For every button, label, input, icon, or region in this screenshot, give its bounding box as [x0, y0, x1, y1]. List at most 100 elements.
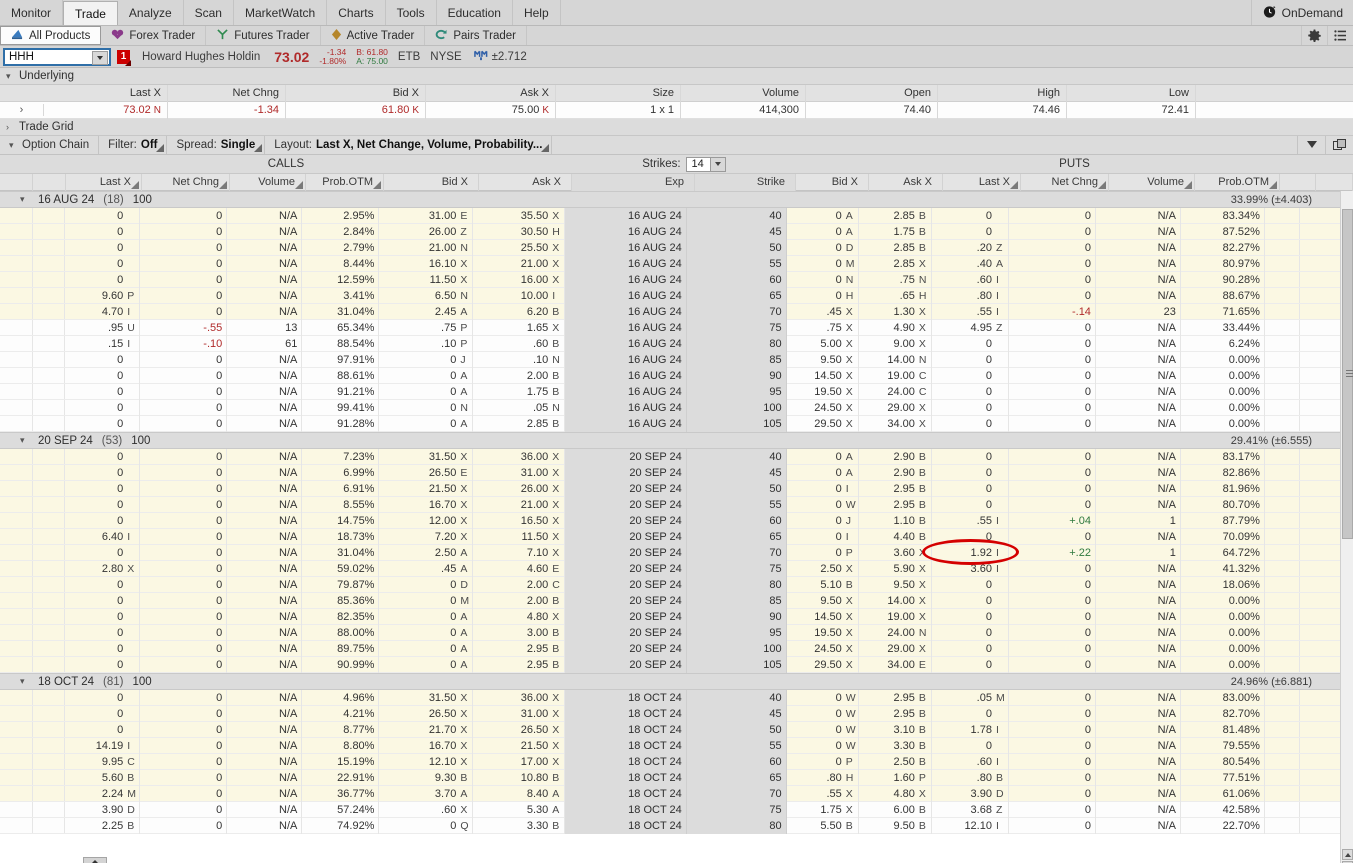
call-prob-otm[interactable]: 99.41% — [302, 400, 380, 416]
call-net-chng[interactable]: 0 — [140, 545, 228, 561]
call-prob-otm[interactable]: 4.96% — [302, 690, 380, 706]
row-marker-1[interactable] — [0, 416, 33, 431]
call-ask[interactable]: 5.30 A — [473, 802, 566, 818]
put-prob-otm[interactable]: 80.97% — [1181, 256, 1265, 272]
put-bid[interactable]: 0A — [787, 224, 859, 240]
row-strike[interactable]: 60 — [686, 513, 787, 529]
call-last[interactable]: 0 — [65, 545, 141, 561]
row-marker-1[interactable] — [0, 224, 33, 239]
row-strike[interactable]: 105 — [686, 416, 787, 432]
put-net-chng[interactable]: +.04 — [1009, 513, 1096, 529]
put-bid[interactable]: 24.50 X — [787, 641, 859, 657]
call-ask[interactable]: 2.95 B — [473, 657, 566, 673]
call-last[interactable]: 0 — [65, 593, 141, 609]
put-bid[interactable]: 29.50 X — [787, 657, 859, 673]
call-volume[interactable]: N/A — [227, 288, 303, 304]
put-ask[interactable]: 34.00 X — [859, 416, 932, 432]
call-ask[interactable]: 7.10 X — [473, 545, 566, 561]
call-ask[interactable]: 1.75 B — [473, 384, 566, 400]
call-last[interactable]: 0 — [65, 657, 141, 673]
row-expiration[interactable]: 20 SEP 24 — [565, 513, 687, 529]
call-bid[interactable]: 21.00 N — [379, 240, 474, 256]
call-prob-otm[interactable]: 8.44% — [302, 256, 380, 272]
put-ask[interactable]: 1.60 P — [859, 770, 932, 786]
call-volume[interactable]: N/A — [227, 208, 303, 224]
row-strike[interactable]: 70 — [686, 304, 787, 320]
option-chain-row[interactable]: 0 0 N/A 8.77% 21.70 X 26.50 X 18 OCT 24 50 0 W 3.10 B… — [0, 722, 1340, 738]
call-last[interactable]: 0 — [65, 352, 141, 368]
put-net-chng[interactable]: 0 — [1009, 240, 1096, 256]
put-ask[interactable]: 2.95 B — [859, 497, 932, 513]
expiration-group-header[interactable]: ▾ 20 SEP 24 (53) 100 29.41% (±6.555) — [0, 432, 1340, 449]
option-chain-row[interactable]: 0 0 N/A 31.04% 2.50 A 7.10 X 20 SEP 24 70 0 P 3.60 X 1… — [0, 545, 1340, 561]
row-marker-2[interactable] — [33, 481, 66, 496]
col-call-ask[interactable]: Ask X — [479, 174, 572, 191]
put-bid[interactable]: 0W — [787, 706, 859, 722]
row-strike[interactable]: 40 — [686, 449, 787, 465]
call-ask[interactable]: .05 N — [473, 400, 566, 416]
row-marker-2[interactable] — [33, 545, 66, 560]
call-ask[interactable]: 16.00 X — [473, 272, 566, 288]
put-volume[interactable]: N/A — [1096, 818, 1181, 834]
call-net-chng[interactable]: 0 — [140, 593, 228, 609]
put-last[interactable]: 4.95 Z — [932, 320, 1009, 336]
row-expiration[interactable]: 16 AUG 24 — [565, 256, 687, 272]
call-bid[interactable]: 0J — [379, 352, 474, 368]
put-net-chng[interactable]: -.14 — [1009, 304, 1096, 320]
row-marker-1[interactable] — [0, 657, 33, 672]
put-ask[interactable]: 14.00 X — [859, 593, 932, 609]
call-volume[interactable]: N/A — [227, 304, 303, 320]
call-bid[interactable]: .75 P — [379, 320, 474, 336]
tab-forex-trader[interactable]: Forex Trader — [101, 26, 207, 45]
row-marker-2[interactable] — [33, 561, 66, 576]
put-prob-otm[interactable]: 88.67% — [1181, 288, 1265, 304]
row-expiration[interactable]: 20 SEP 24 — [565, 657, 687, 673]
put-last[interactable]: 0 — [932, 625, 1009, 641]
put-prob-otm[interactable]: 81.48% — [1181, 722, 1265, 738]
call-bid[interactable]: 0A — [379, 384, 474, 400]
put-ask[interactable]: 14.00 N — [859, 352, 932, 368]
tab-futures-trader[interactable]: Futures Trader — [206, 26, 321, 45]
call-last[interactable]: 0 — [65, 690, 141, 706]
row-expiration[interactable]: 16 AUG 24 — [565, 336, 687, 352]
call-bid[interactable]: 31.00 E — [379, 208, 474, 224]
call-volume[interactable]: N/A — [227, 545, 303, 561]
option-chain-row[interactable]: 3.90 D 0 N/A 57.24% .60 X 5.30 A 18 OCT 24 75 1.75 X… — [0, 802, 1340, 818]
put-ask[interactable]: 2.95 B — [859, 706, 932, 722]
put-prob-otm[interactable]: 87.52% — [1181, 224, 1265, 240]
row-expiration[interactable]: 18 OCT 24 — [565, 802, 687, 818]
row-expiration[interactable]: 18 OCT 24 — [565, 706, 687, 722]
call-ask[interactable]: 36.00 X — [473, 449, 566, 465]
call-net-chng[interactable]: 0 — [140, 513, 228, 529]
call-last[interactable]: 0 — [65, 368, 141, 384]
put-prob-otm[interactable]: 82.70% — [1181, 706, 1265, 722]
put-net-chng[interactable]: 0 — [1009, 802, 1096, 818]
call-bid[interactable]: 26.50 E — [379, 465, 474, 481]
put-bid[interactable]: 0I — [787, 529, 859, 545]
row-marker-1[interactable] — [0, 304, 33, 319]
put-ask[interactable]: 29.00 X — [859, 400, 932, 416]
row-strike[interactable]: 65 — [686, 770, 787, 786]
row-strike[interactable]: 40 — [686, 690, 787, 706]
symbol-dropdown-button[interactable] — [92, 50, 108, 65]
tab-pairs-trader[interactable]: Pairs Trader — [425, 26, 527, 45]
put-last[interactable]: .80 B — [932, 770, 1009, 786]
row-strike[interactable]: 50 — [686, 240, 787, 256]
symbol-count-badge[interactable]: 1 — [117, 49, 131, 66]
put-prob-otm[interactable]: 80.70% — [1181, 497, 1265, 513]
row-marker-2[interactable] — [33, 288, 66, 303]
call-bid[interactable]: 2.45 A — [379, 304, 474, 320]
call-ask[interactable]: 21.00 X — [473, 497, 566, 513]
call-prob-otm[interactable]: 8.77% — [302, 722, 380, 738]
call-net-chng[interactable]: 0 — [140, 352, 228, 368]
call-bid[interactable]: 16.10 X — [379, 256, 474, 272]
put-prob-otm[interactable]: 42.58% — [1181, 802, 1265, 818]
option-chain-row[interactable]: 0 0 N/A 14.75% 12.00 X 16.50 X 20 SEP 24 60 0 J 1.10… — [0, 513, 1340, 529]
put-bid[interactable]: 0M — [787, 256, 859, 272]
call-bid[interactable]: 0A — [379, 625, 474, 641]
put-bid[interactable]: 0P — [787, 754, 859, 770]
call-ask[interactable]: 11.50 X — [473, 529, 566, 545]
row-marker-2[interactable] — [33, 497, 66, 512]
call-last[interactable]: 3.90 D — [65, 802, 141, 818]
call-volume[interactable]: N/A — [227, 577, 303, 593]
